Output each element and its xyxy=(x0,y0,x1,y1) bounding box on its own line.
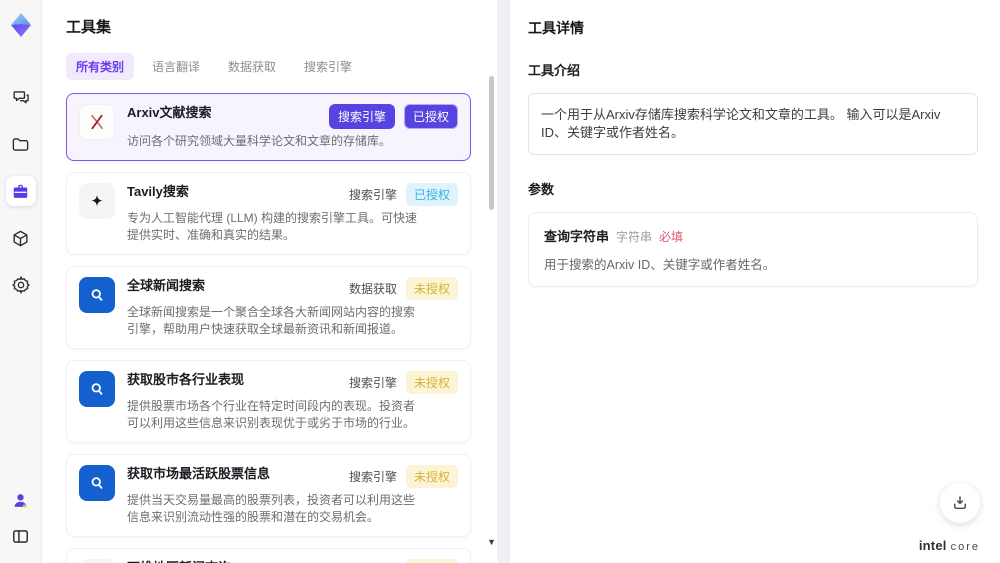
tool-status-badge[interactable]: 已授权 xyxy=(403,104,458,129)
page-title: 工具集 xyxy=(66,19,112,36)
tool-description: 提供当天交易量最高的股票列表，投资者可以利用这些信息来识别流动性强的股票和潜在的… xyxy=(127,493,416,524)
detail-title: 工具详情 xyxy=(528,20,584,36)
tool-card-active-stocks[interactable]: 获取市场最活跃股票信息 搜索引擎 未授权 提供当天交易量最高的股票列表，投资者可… xyxy=(66,454,471,537)
tool-category-label: 搜索引擎 xyxy=(348,188,397,202)
param-description: 用于搜索的Arxiv ID、关键字或作者姓名。 xyxy=(544,258,776,272)
param-required-label: 必填 xyxy=(659,230,684,244)
tool-name: Arxiv文献搜索 xyxy=(127,105,212,120)
intel-core-logo: intel core xyxy=(919,538,980,553)
tab-data-fetch[interactable]: 数据获取 xyxy=(218,53,286,80)
tool-status-badge: 未授权 xyxy=(405,465,458,488)
tab-language-translation[interactable]: 语言翻译 xyxy=(142,53,210,80)
tool-status-badge: 已授权 xyxy=(405,183,458,206)
tool-card-arxiv[interactable]: Arxiv文献搜索 搜索引擎 已授权 访问各个研究领域大量科学论文和文章的存储库… xyxy=(66,93,471,161)
tool-card-tavily[interactable]: Tavily搜索 搜索引擎 已授权 专为人工智能代理 (LLM) 构建的搜索引擎… xyxy=(66,172,471,255)
list-scrollbar[interactable]: ▼ xyxy=(487,0,496,563)
settings-gear-icon[interactable] xyxy=(6,270,36,300)
category-tabs: 所有类别 语言翻译 数据获取 搜索引擎 xyxy=(66,53,471,80)
rail-nav xyxy=(5,82,36,300)
params-heading: 参数 xyxy=(528,182,555,197)
search-blue-icon xyxy=(79,277,115,313)
tool-intro-text: 一个用于从Arxiv存储库搜索科学论文和文章的工具。 输入可以是Arxiv ID… xyxy=(528,93,978,155)
param-type: 字符串 xyxy=(616,230,653,244)
tool-category-badge[interactable]: 搜索引擎 xyxy=(328,104,395,129)
scrollbar-down-arrow-icon[interactable]: ▼ xyxy=(487,537,496,547)
tool-status-badge: 未授权 xyxy=(405,371,458,394)
app-logo-icon xyxy=(10,13,31,37)
tab-all-categories[interactable]: 所有类别 xyxy=(66,53,135,80)
tool-category-label: 数据获取 xyxy=(348,282,397,296)
scrollbar-thumb[interactable] xyxy=(489,76,494,210)
tool-description: 全球新闻搜索是一个聚合全球各大新闻网站内容的搜索引擎，帮助用户快速获取全球最新资… xyxy=(127,305,416,336)
tool-detail-panel: 工具详情 工具介绍 一个用于从Arxiv存储库搜索科学论文和文章的工具。 输入可… xyxy=(510,0,1000,563)
panel-toggle-icon[interactable] xyxy=(6,521,36,551)
tool-description: 提供股票市场各个行业在特定时间段内的表现。投资者可以利用这些信息来识别表现优于或… xyxy=(127,399,416,430)
tool-status-badge: 未授权 xyxy=(405,277,458,300)
tool-description: 专为人工智能代理 (LLM) 构建的搜索引擎工具。可快速提供实时、准确和真实的结… xyxy=(127,211,418,242)
intro-heading: 工具介绍 xyxy=(528,63,581,78)
tool-category-label: 搜索引擎 xyxy=(348,376,397,390)
rail-bottom xyxy=(6,485,36,551)
news-icon xyxy=(79,559,115,563)
user-avatar-icon[interactable] xyxy=(6,485,36,515)
cube-icon[interactable] xyxy=(6,223,36,253)
search-blue-icon xyxy=(79,371,115,407)
tool-card-global-news[interactable]: 全球新闻搜索 数据获取 未授权 全球新闻搜索是一个聚合全球各大新闻网站内容的搜索… xyxy=(66,266,471,349)
brand-core: core xyxy=(950,541,980,553)
tool-name: 获取市场最活跃股票信息 xyxy=(127,466,271,481)
tab-search-engine[interactable]: 搜索引擎 xyxy=(294,53,362,80)
download-button[interactable] xyxy=(940,483,980,523)
toolbox-icon[interactable] xyxy=(5,176,36,206)
panel-divider xyxy=(497,0,510,563)
param-name: 查询字符串 xyxy=(544,229,610,244)
tool-category-label: 搜索引擎 xyxy=(348,470,397,484)
arxiv-icon xyxy=(79,104,115,140)
chat-icon[interactable] xyxy=(6,82,36,112)
tool-list-panel: 工具集 所有类别 语言翻译 数据获取 搜索引擎 Arxiv文献搜索 搜索引擎 已… xyxy=(42,0,497,563)
tool-name: 获取股市各行业表现 xyxy=(127,372,245,387)
search-blue-icon xyxy=(79,465,115,501)
tool-description: 访问各个研究领域大量科学论文和文章的存储库。 xyxy=(127,134,392,148)
tool-card-sector-performance[interactable]: 获取股市各行业表现 搜索引擎 未授权 提供股票市场各个行业在特定时间段内的表现。… xyxy=(66,360,471,443)
brand-intel: intel xyxy=(918,538,947,553)
tool-status-badge: 未授权 xyxy=(405,559,458,563)
tool-name: Tavily搜索 xyxy=(127,184,189,199)
parameter-card: 查询字符串 字符串 必填 用于搜索的Arxiv ID、关键字或作者姓名。 xyxy=(528,212,978,287)
download-icon xyxy=(954,496,966,509)
folder-icon[interactable] xyxy=(6,129,36,159)
tool-card-list: Arxiv文献搜索 搜索引擎 已授权 访问各个研究领域大量科学论文和文章的存储库… xyxy=(66,93,471,563)
tool-name: 全球新闻搜索 xyxy=(127,278,206,293)
app-window: 工具集 所有类别 语言翻译 数据获取 搜索引擎 Arxiv文献搜索 搜索引擎 已… xyxy=(0,0,1000,563)
sparkle-icon xyxy=(79,183,115,219)
tool-name: 万维地区新闻查询 xyxy=(127,559,231,563)
left-rail xyxy=(0,0,42,563)
tool-card-regional-news[interactable]: 万维地区新闻查询 搜索引擎 未授权 查询具体行政区划内的新闻，快速了解各地新闻动 xyxy=(66,548,471,563)
